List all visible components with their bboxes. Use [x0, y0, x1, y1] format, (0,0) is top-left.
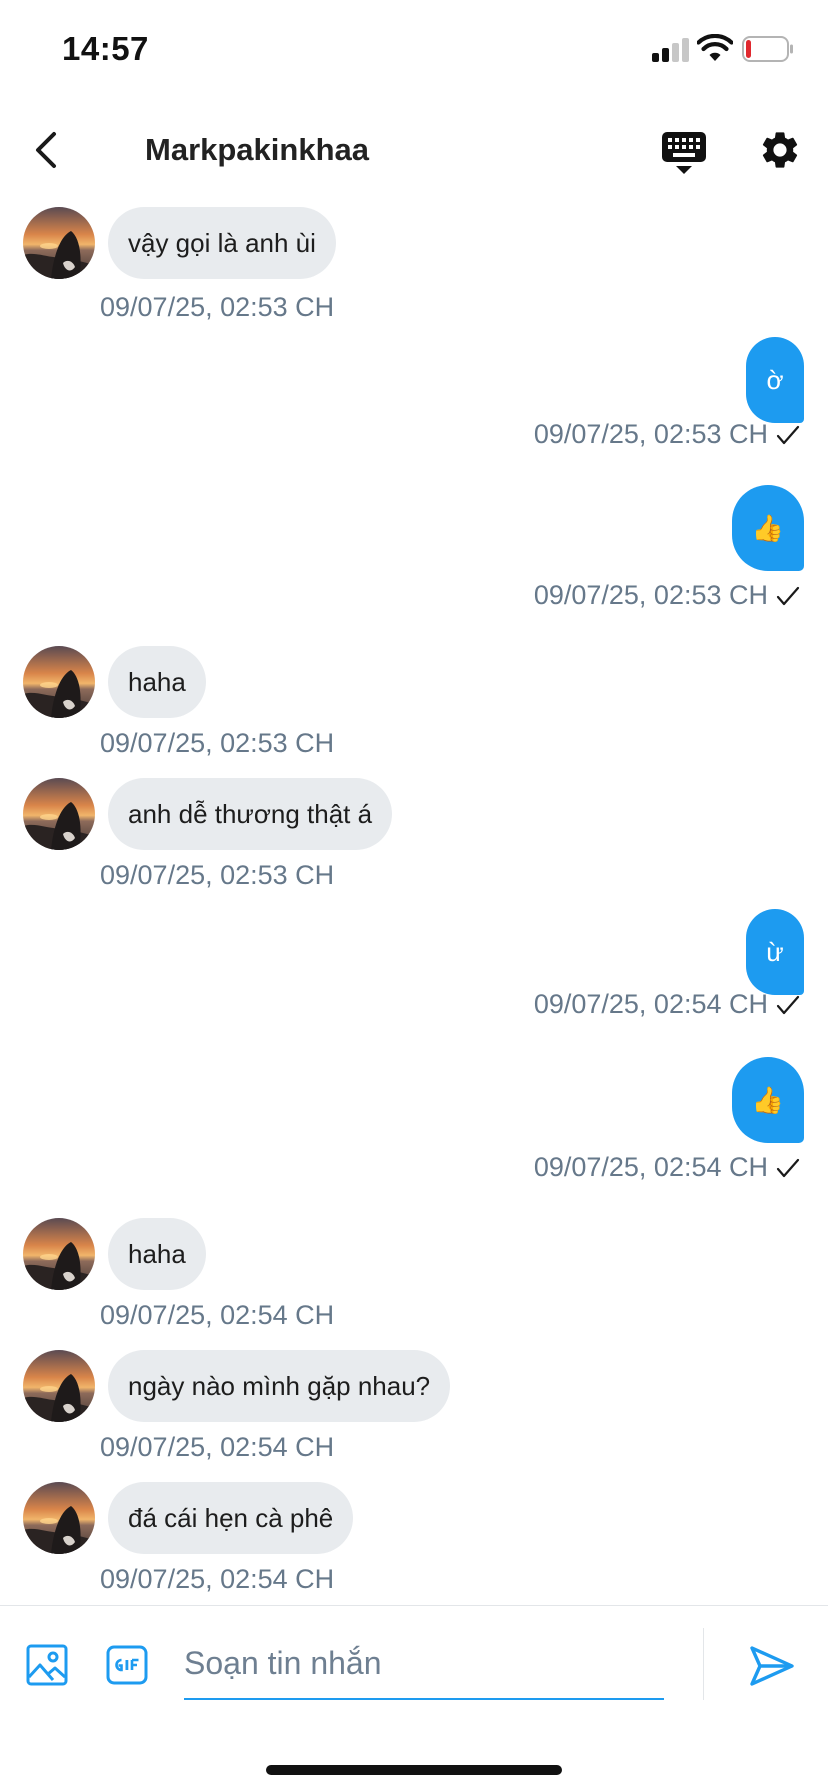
message-timestamp: 09/07/25, 02:54 CH	[533, 989, 768, 1019]
avatar[interactable]	[23, 1218, 95, 1290]
message-timestamp: 09/07/25, 02:54 CH	[100, 1300, 335, 1330]
message-bubble[interactable]: ngày nào mình gặp nhau?	[108, 1350, 451, 1422]
message-timestamp: 09/07/25, 02:54 CH	[533, 1152, 768, 1182]
message-input[interactable]	[184, 1628, 664, 1700]
composer-divider	[703, 1628, 704, 1700]
home-indicator[interactable]	[266, 1765, 562, 1775]
message-timestamp: 09/07/25, 02:53 CH	[100, 860, 335, 890]
gif-icon[interactable]	[106, 1645, 148, 1685]
message-timestamp: 09/07/25, 02:53 CH	[100, 728, 335, 758]
message-bubble[interactable]: vậy gọi là anh ùi	[108, 207, 336, 279]
message-timestamp: 09/07/25, 02:54 CH	[100, 1564, 335, 1594]
checkmark-icon	[776, 995, 800, 1015]
message-bubble[interactable]: đá cái hẹn cà phê	[108, 1482, 354, 1554]
conversation-title: Markpakinkhaa	[145, 132, 369, 167]
keyboard-icon[interactable]	[660, 130, 708, 176]
wifi-icon	[697, 34, 733, 61]
message-timestamp: 09/07/25, 02:54 CH	[100, 1432, 335, 1462]
chat-header: Markpakinkhaa	[0, 100, 828, 200]
checkmark-icon	[776, 1158, 800, 1178]
message-bubble[interactable]: haha	[108, 646, 206, 718]
cellular-signal-icon	[652, 38, 689, 62]
checkmark-icon	[776, 586, 800, 606]
avatar[interactable]	[23, 1350, 95, 1422]
send-icon[interactable]	[748, 1642, 796, 1690]
message-list[interactable]: vậy gọi là anh ùi 09/07/25, 02:53 CH ờ 0…	[0, 200, 828, 1605]
battery-icon	[742, 36, 793, 62]
avatar[interactable]	[23, 778, 95, 850]
message-bubble[interactable]: ừ	[746, 909, 804, 995]
message-timestamp: 09/07/25, 02:53 CH	[533, 580, 768, 610]
image-icon[interactable]	[26, 1644, 68, 1686]
status-time: 14:57	[62, 30, 149, 67]
checkmark-icon	[776, 425, 800, 445]
message-bubble[interactable]: haha	[108, 1218, 206, 1290]
status-bar: 14:57	[0, 0, 828, 100]
message-timestamp: 09/07/25, 02:53 CH	[100, 292, 335, 322]
avatar[interactable]	[23, 207, 95, 279]
back-button[interactable]	[24, 126, 72, 174]
message-timestamp: 09/07/25, 02:53 CH	[533, 419, 768, 449]
avatar[interactable]	[23, 1482, 95, 1554]
message-bubble[interactable]: 👍	[731, 1057, 804, 1143]
message-bubble[interactable]: ờ	[746, 337, 804, 423]
avatar[interactable]	[23, 646, 95, 718]
gear-icon[interactable]	[758, 128, 802, 172]
message-bubble[interactable]: 👍	[731, 485, 804, 571]
message-composer	[0, 1605, 828, 1735]
message-bubble[interactable]: anh dễ thương thật á	[108, 778, 393, 850]
